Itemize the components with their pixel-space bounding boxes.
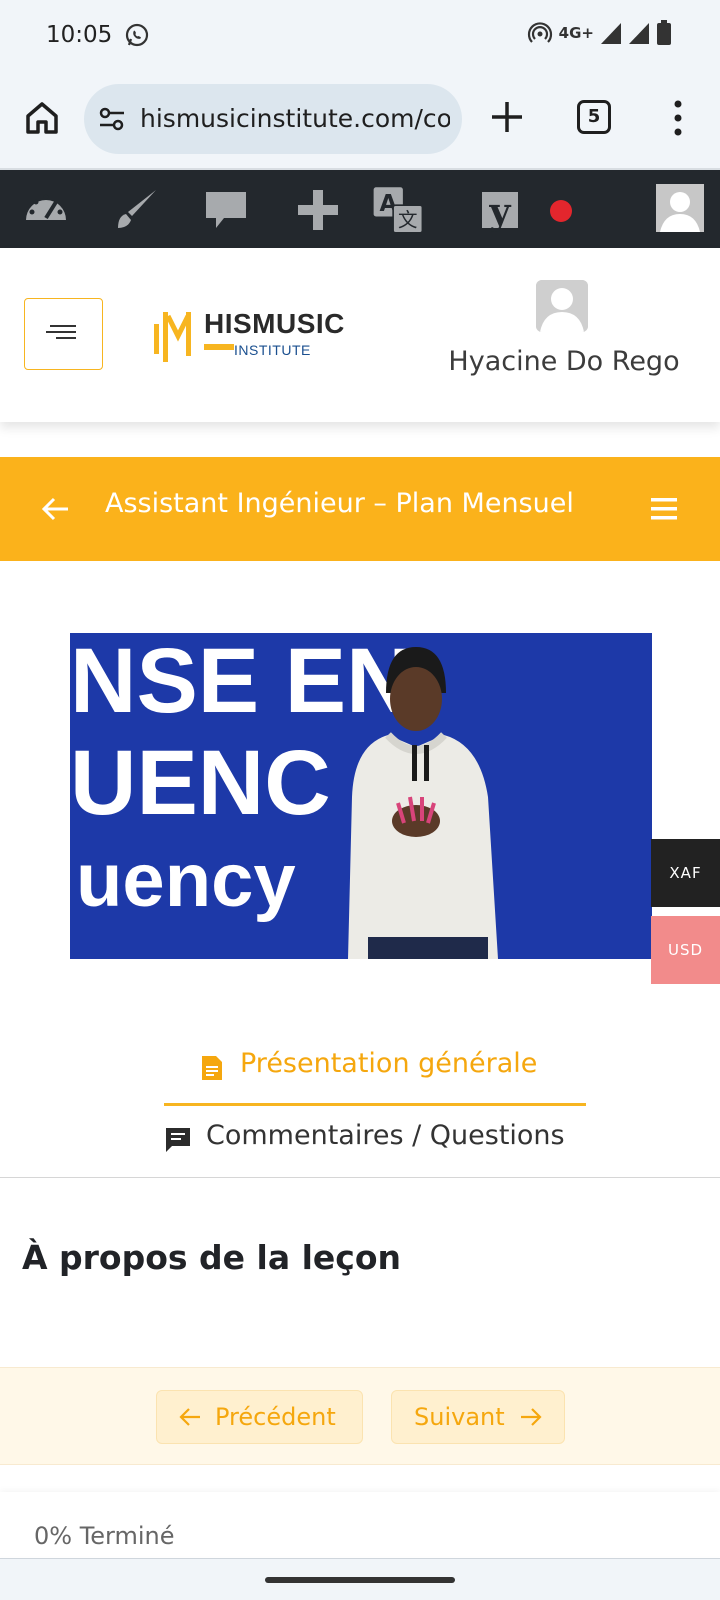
status-bar: 10:05 4G+ xyxy=(0,0,720,70)
new-tab-icon[interactable] xyxy=(488,98,526,136)
translate-icon[interactable]: A 文 xyxy=(372,184,424,236)
seo-plugin-icon[interactable]: y xyxy=(474,184,526,236)
browser-toolbar: hismusicinstitute.com/co 5 xyxy=(0,70,720,168)
tabs-divider xyxy=(0,1177,720,1178)
tab-comments[interactable]: Commentaires / Questions xyxy=(164,1116,594,1166)
whatsapp-icon xyxy=(125,23,149,47)
user-name[interactable]: Hyacine Do Rego xyxy=(444,346,684,377)
currency-usd-button[interactable]: USD xyxy=(651,916,720,984)
admin-avatar[interactable] xyxy=(656,184,704,232)
url-text: hismusicinstitute.com/co xyxy=(140,104,450,133)
menu-toggle-button[interactable] xyxy=(24,298,103,370)
progress-text: 0% Terminé xyxy=(34,1522,175,1550)
network-type: 4G+ xyxy=(558,24,594,42)
site-settings-icon[interactable] xyxy=(98,106,126,132)
next-button[interactable]: Suivant xyxy=(391,1390,565,1444)
more-options-icon[interactable] xyxy=(664,98,692,138)
signal-icon-2 xyxy=(629,23,649,44)
user-avatar[interactable] xyxy=(536,280,588,332)
user-silhouette-icon xyxy=(656,184,704,232)
logo-mark-icon xyxy=(154,312,191,362)
lesson-navigation: Précédent Suivant xyxy=(0,1367,720,1465)
status-icons: 4G+ xyxy=(527,20,672,46)
arrow-right-icon xyxy=(521,1408,542,1426)
home-gesture-handle[interactable] xyxy=(265,1577,455,1583)
logo-underline xyxy=(204,344,234,350)
document-icon xyxy=(202,1056,222,1080)
logo-title: HISMUSIC xyxy=(204,308,345,339)
previous-label: Précédent xyxy=(215,1403,336,1431)
about-lesson-heading: À propos de la leçon xyxy=(22,1238,402,1277)
gesture-nav-area xyxy=(0,1559,720,1600)
video-text-line-2: UENC xyxy=(70,732,331,834)
site-header: HISMUSIC INSTITUTE Hyacine Do Rego xyxy=(0,248,720,422)
arrow-left-icon xyxy=(179,1408,200,1426)
dashboard-icon[interactable] xyxy=(20,184,72,236)
course-header-bar: Assistant Ingénieur – Plan Mensuel xyxy=(0,457,720,561)
tab-overview-label: Présentation générale xyxy=(240,1048,538,1079)
currency-xaf-button[interactable]: XAF xyxy=(651,839,720,907)
previous-button[interactable]: Précédent xyxy=(156,1390,363,1444)
svg-text:y: y xyxy=(489,191,512,233)
tab-overview[interactable]: Présentation générale xyxy=(164,1040,586,1106)
new-content-icon[interactable] xyxy=(292,184,344,236)
comments-icon[interactable] xyxy=(200,184,252,236)
tab-comments-label: Commentaires / Questions xyxy=(206,1120,565,1151)
site-logo[interactable]: HISMUSIC INSTITUTE xyxy=(152,306,344,364)
comment-icon xyxy=(166,1128,190,1152)
back-arrow-icon[interactable] xyxy=(40,493,72,525)
tab-switcher-button[interactable]: 5 xyxy=(577,100,611,134)
seo-status-dot xyxy=(550,200,572,222)
course-title: Assistant Ingénieur – Plan Mensuel xyxy=(105,488,574,519)
logo-subtitle: INSTITUTE xyxy=(234,342,311,358)
next-label: Suivant xyxy=(414,1403,505,1431)
wp-admin-bar: A 文 y xyxy=(0,168,720,248)
hotspot-icon xyxy=(527,22,552,43)
user-silhouette-icon xyxy=(536,280,588,332)
home-icon[interactable] xyxy=(22,98,62,138)
course-menu-icon[interactable] xyxy=(650,495,678,523)
lesson-video[interactable]: NSE EN UENC uency xyxy=(70,633,652,959)
signal-icon xyxy=(601,23,621,44)
status-time: 10:05 xyxy=(46,22,113,48)
customize-brush-icon[interactable] xyxy=(110,184,162,236)
battery-icon xyxy=(657,20,671,45)
presenter-figure xyxy=(348,647,498,959)
video-text-line-3: uency xyxy=(76,838,296,923)
address-bar[interactable]: hismusicinstitute.com/co xyxy=(84,84,462,154)
svg-text:文: 文 xyxy=(398,208,418,231)
